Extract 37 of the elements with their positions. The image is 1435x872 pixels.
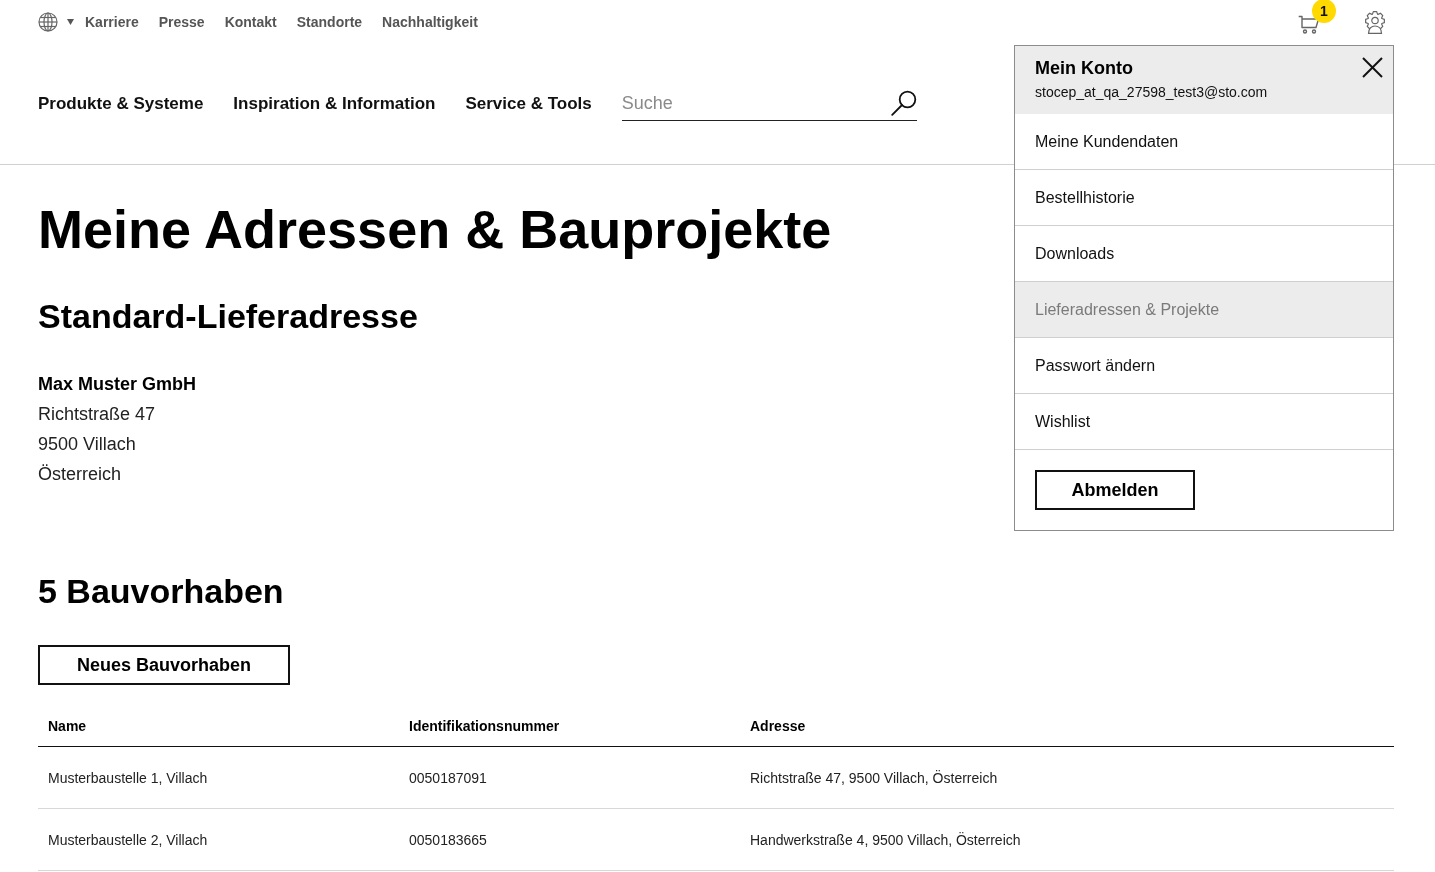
account-menu-item[interactable]: Lieferadressen & Projekte (1015, 282, 1393, 338)
top-link[interactable]: Karriere (85, 14, 139, 30)
top-link[interactable]: Standorte (296, 14, 363, 30)
column-header: Identifikationsnummer (409, 717, 560, 734)
table-cell: 0050187091 (409, 769, 487, 786)
nav-link[interactable]: Produkte & Systeme (38, 94, 204, 114)
table-cell: Musterbaustelle 1, Villach (48, 769, 208, 786)
column-header: Name (48, 717, 87, 734)
company-name: Max Muster GmbH (38, 373, 197, 396)
caret-icon[interactable] (67, 19, 74, 25)
account-email: stocep_at_qa_27598_test3@sto.com (1035, 83, 1268, 101)
column-header: Adresse (750, 717, 806, 734)
top-link[interactable]: Presse (158, 14, 205, 30)
top-link[interactable]: Kontakt (224, 14, 277, 30)
account-title: Mein Konto (1035, 57, 1133, 79)
logout-button[interactable]: Abmelden (1035, 470, 1195, 510)
nav-link[interactable]: Service & Tools (465, 94, 592, 114)
cart-count-badge: 1 (1312, 0, 1336, 23)
table-cell: Musterbaustelle 2, Villach (48, 831, 208, 848)
section-heading: 5 Bauvorhaben (38, 571, 284, 612)
cart-icon[interactable] (1298, 14, 1320, 34)
address-line: Österreich (38, 463, 122, 486)
table-cell: Richtstraße 47, 9500 Villach, Österreich (750, 769, 998, 786)
search-icon[interactable] (890, 90, 917, 116)
user-gear-icon[interactable] (1364, 10, 1386, 34)
table-cell: Handwerkstraße 4, 9500 Villach, Österreich (750, 831, 1021, 848)
top-link[interactable]: Nachhaltigkeit (382, 14, 478, 30)
address-line: 9500 Villach (38, 433, 136, 456)
table-cell: 0050183665 (409, 831, 487, 848)
globe-icon[interactable] (38, 12, 58, 32)
close-icon[interactable] (1362, 57, 1383, 78)
nav-link[interactable]: Inspiration & Information (233, 94, 436, 114)
search-field[interactable]: Suche (621, 87, 917, 121)
new-project-button[interactable]: Neues Bauvorhaben (38, 645, 290, 685)
section-heading: Standard-Lieferadresse (38, 296, 418, 337)
address-line: Richtstraße 47 (38, 403, 156, 426)
page-title: Meine Adressen & Bauprojekte (38, 198, 832, 261)
